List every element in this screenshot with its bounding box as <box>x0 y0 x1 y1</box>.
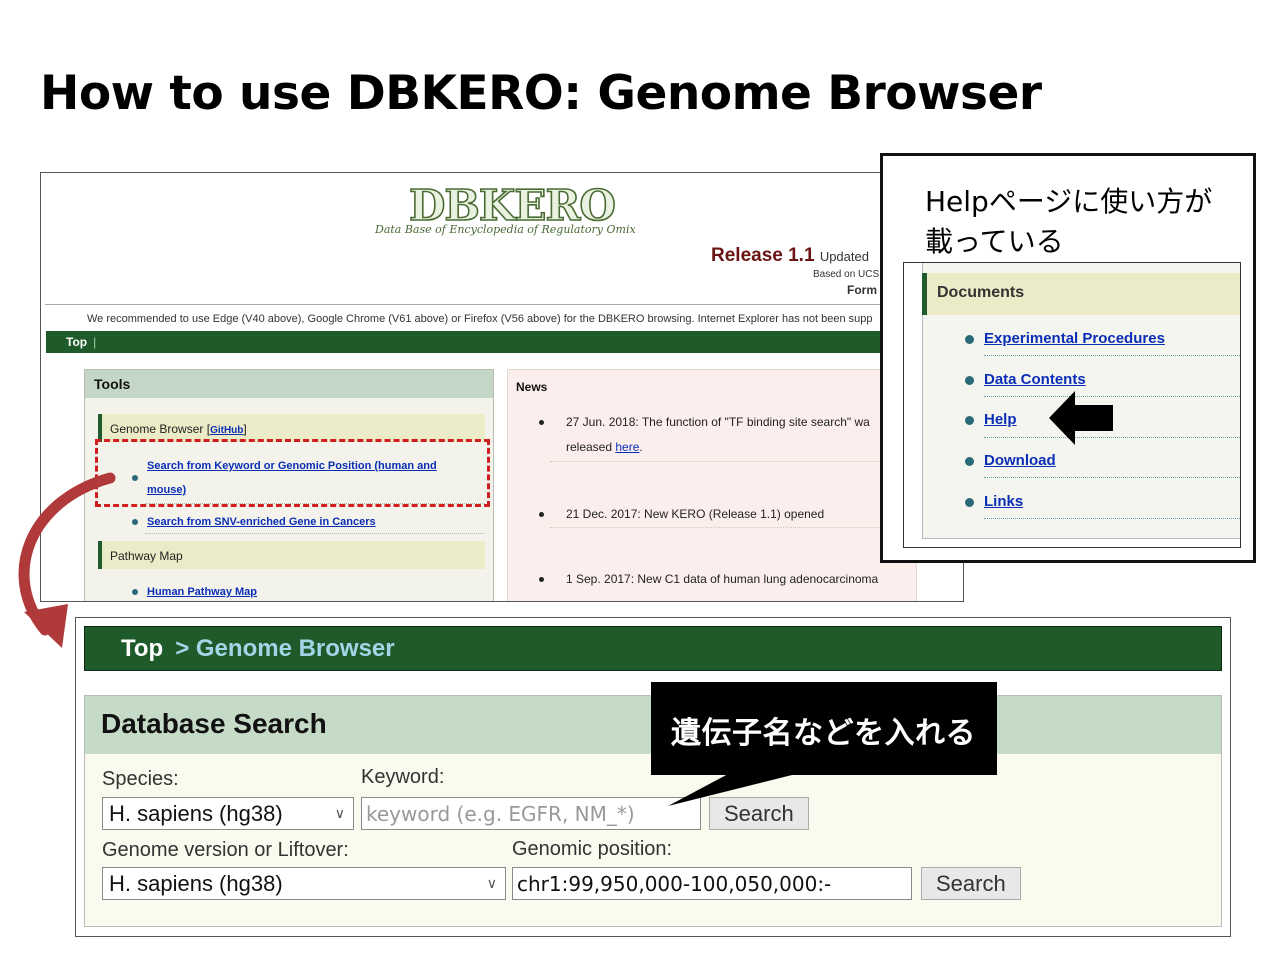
docs-data-contents[interactable]: Data Contents <box>984 371 1086 388</box>
slide-title: How to use DBKERO: Genome Browser <box>40 66 1042 121</box>
link-snv-search[interactable]: Search from SNV-enriched Gene in Cancers <box>147 510 376 534</box>
help-caption-line1: Helpページに使い方が <box>925 185 1213 218</box>
breadcrumb-top[interactable]: Top <box>121 635 163 662</box>
nav-top-link[interactable]: Top <box>66 335 87 349</box>
news-here-link[interactable]: here <box>615 440 639 454</box>
keyword-label: Keyword: <box>361 766 445 788</box>
help-caption: Helpページに使い方が 載っている <box>925 182 1245 262</box>
documents-header: Documents <box>922 273 1240 315</box>
help-caption-line2: 載っている <box>925 225 1064 258</box>
main-nav-bar: Top | <box>46 331 963 353</box>
dotted-divider <box>984 355 1240 356</box>
bullet-icon <box>539 512 544 517</box>
genome-version-label: Genome version or Liftover: <box>102 839 349 861</box>
bullet-icon <box>539 577 544 582</box>
bullet-icon <box>132 589 138 595</box>
logo-tagline: Data Base of Encyclopedia of Regulatory … <box>375 223 636 236</box>
species-select-value: H. sapiens (hg38) <box>109 801 283 826</box>
news-panel: News 27 Jun. 2018: The function of "TF b… <box>507 369 917 601</box>
keyword-search-button[interactable]: Search <box>709 797 809 830</box>
link-human-pathway-map[interactable]: Human Pathway Map <box>147 580 257 601</box>
news-item-2: 21 Dec. 2017: New KERO (Release 1.1) ope… <box>566 507 825 521</box>
bullet-icon <box>965 498 974 507</box>
bullet-icon <box>965 335 974 344</box>
bullet-icon <box>132 519 138 525</box>
species-select[interactable]: H. sapiens (hg38) ∨ <box>102 797 354 830</box>
github-link[interactable]: GitHub <box>210 425 243 436</box>
bullet-icon <box>965 457 974 466</box>
header-divider <box>45 304 963 305</box>
dotted-divider <box>550 461 896 462</box>
position-search-button[interactable]: Search <box>921 867 1021 900</box>
dotted-divider <box>984 518 1240 519</box>
breadcrumb: Top > Genome Browser <box>84 626 1222 671</box>
news-item-1-prefix: released <box>566 440 616 454</box>
dotted-divider <box>145 533 485 534</box>
form-text: Form <box>847 283 877 297</box>
dotted-divider <box>550 527 896 528</box>
news-item-1: 27 Jun. 2018: The function of "TF bindin… <box>566 410 870 460</box>
release-version: Release 1.1 <box>711 245 815 266</box>
docs-links[interactable]: Links <box>984 493 1023 510</box>
bullet-icon <box>965 376 974 385</box>
genomic-position-label: Genomic position: <box>512 838 673 860</box>
keyword-input[interactable] <box>361 797 701 830</box>
docs-experimental-procedures[interactable]: Experimental Procedures <box>984 330 1165 347</box>
bullet-icon <box>539 420 544 425</box>
docs-help[interactable]: Help <box>984 411 1017 428</box>
nav-separator: | <box>93 335 97 349</box>
docs-download[interactable]: Download <box>984 452 1056 469</box>
genome-version-select[interactable]: H. sapiens (hg38) ∨ <box>102 867 506 900</box>
chevron-down-icon: ∨ <box>486 875 497 891</box>
news-item-1-suffix: . <box>639 440 643 454</box>
genome-browser-screenshot: Top > Genome Browser Database Search Spec… <box>75 617 1231 937</box>
left-arrow-icon <box>1049 391 1113 445</box>
highlight-keyword-search <box>95 439 490 507</box>
tools-header: Tools <box>85 370 493 398</box>
help-callout-box: Helpページに使い方が 載っている Documents Experimenta… <box>880 153 1256 563</box>
github-bracket-close: ] <box>243 422 247 436</box>
species-label: Species: <box>102 768 179 790</box>
release-updated: Updated <box>819 249 869 264</box>
bullet-icon <box>965 416 974 425</box>
keyword-callout: 遺伝子名などを入れる <box>651 682 997 775</box>
news-header: News <box>516 380 548 394</box>
documents-screenshot: Documents Experimental Procedures Data C… <box>903 262 1241 548</box>
based-on-text: Based on UCS <box>813 269 880 280</box>
news-item-1-text: 27 Jun. 2018: The function of "TF bindin… <box>566 415 870 429</box>
news-item-3: 1 Sep. 2017: New C1 data of human lung a… <box>566 572 879 586</box>
browser-notice: We recommended to use Edge (V40 above), … <box>87 313 873 325</box>
genomic-position-input[interactable] <box>512 867 912 900</box>
dotted-divider <box>984 477 1240 478</box>
genome-version-select-value: H. sapiens (hg38) <box>109 871 283 896</box>
release-label: Release 1.1 Updated <box>711 245 869 267</box>
dbkero-home-screenshot: DBKERO Data Base of Encyclopedia of Regu… <box>40 172 964 602</box>
genome-browser-section-header: Genome Browser [GitHub] <box>98 414 485 442</box>
chevron-down-icon: ∨ <box>334 805 345 821</box>
breadcrumb-genome-browser: > Genome Browser <box>175 635 395 662</box>
genome-browser-title: Genome Browser <box>110 422 204 436</box>
pathway-map-section-header: Pathway Map <box>98 541 485 569</box>
